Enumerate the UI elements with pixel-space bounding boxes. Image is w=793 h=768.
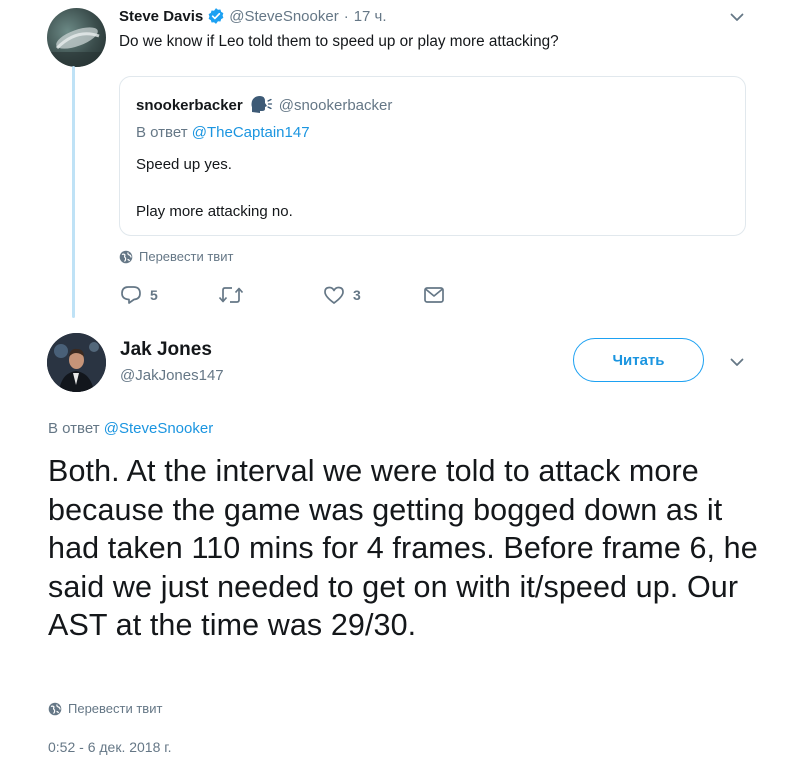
reply-action[interactable]: 5 [120, 285, 158, 305]
author-handle[interactable]: @SteveSnooker [229, 8, 338, 25]
chevron-down-icon[interactable] [730, 355, 744, 369]
quoted-author-handle: @snookerbacker [278, 96, 393, 114]
reply-count: 5 [150, 287, 158, 303]
thread-line [72, 66, 75, 318]
tweet2-author-name[interactable]: Jak Jones [120, 339, 212, 361]
quoted-text-line2: Play more attacking no. [136, 203, 293, 220]
avatar-steve-davis[interactable] [47, 8, 106, 67]
tweet2-author-handle[interactable]: @JakJones147 [120, 367, 224, 384]
separator-dot: · [343, 7, 349, 25]
tweet2-text: Both. At the interval we were told to at… [48, 454, 758, 643]
reply-icon[interactable] [120, 285, 142, 305]
globe-icon [48, 702, 62, 716]
translate-label[interactable]: Перевести твит [68, 701, 162, 716]
reply-prefix: В ответ [136, 124, 188, 141]
tweet-timestamp[interactable]: 0:52 - 6 дек. 2018 г. [48, 739, 172, 755]
quoted-author-name: snookerbacker [136, 96, 243, 114]
globe-icon [119, 250, 133, 264]
quoted-reply-context: В ответ @TheCaptain147 [136, 124, 310, 141]
direct-message-action[interactable] [423, 286, 445, 304]
tweet1-header: Steve Davis @SteveSnooker · 17 ч. [119, 5, 387, 27]
chevron-down-icon[interactable] [730, 10, 744, 24]
tweet-time[interactable]: 17 ч. [354, 8, 387, 25]
verified-badge-icon [207, 7, 225, 25]
quoted-tweet[interactable]: snookerbacker @snookerbacker В ответ @Th… [119, 76, 746, 236]
author-name[interactable]: Steve Davis [119, 8, 203, 25]
tweet-text: Do we know if Leo told them to speed up … [119, 33, 559, 50]
translate-label[interactable]: Перевести твит [139, 249, 233, 264]
speaking-head-emoji-icon [249, 95, 273, 115]
reply-to-link[interactable]: @TheCaptain147 [192, 124, 310, 141]
avatar-jak-jones[interactable] [47, 333, 106, 392]
reply-prefix: В ответ [48, 420, 100, 437]
tweet2-reply-context: В ответ @SteveSnooker [48, 420, 213, 437]
follow-button[interactable]: Читать [573, 338, 704, 382]
translate-tweet-link[interactable]: Перевести твит [48, 701, 162, 716]
retweet-action[interactable] [218, 285, 244, 305]
direct-message-icon[interactable] [423, 286, 445, 304]
quoted-text-line1: Speed up yes. [136, 156, 232, 173]
like-count: 3 [353, 287, 361, 303]
like-icon[interactable] [323, 285, 345, 305]
retweet-icon[interactable] [218, 285, 244, 305]
translate-tweet-link[interactable]: Перевести твит [119, 249, 233, 264]
reply-to-link[interactable]: @SteveSnooker [104, 420, 213, 437]
like-action[interactable]: 3 [323, 285, 361, 305]
quoted-header: snookerbacker @snookerbacker [136, 95, 392, 115]
